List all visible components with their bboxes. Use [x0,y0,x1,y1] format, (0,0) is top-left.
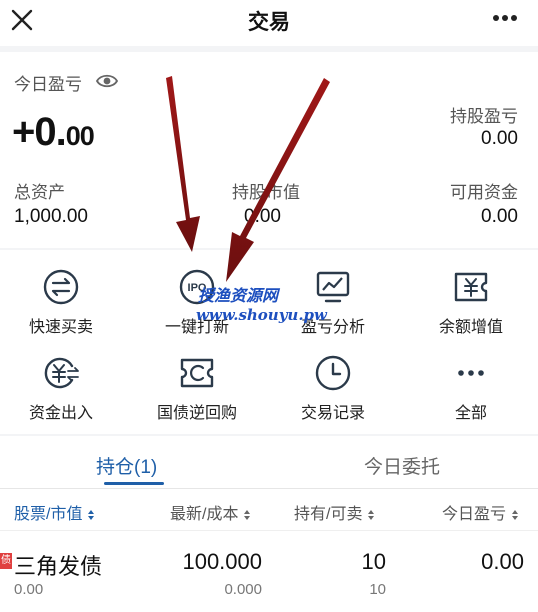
bond-tag: 债 [0,553,12,569]
column-hold-sellable[interactable]: 持有/可卖 [294,500,375,524]
column-stock-value[interactable]: 股票/市值 [14,500,95,524]
action-label: 交易记录 [300,405,365,422]
action-quick-trade[interactable]: 快速买卖 [0,268,128,337]
latest-price: 100.000 [182,549,262,574]
watermark-url: www.shouyu.pw [196,306,327,324]
action-label: 余额增值 [438,319,503,336]
cost-price: 0.000 [224,581,262,598]
tab-positions[interactable]: 持仓(1) [96,452,157,479]
action-trade-history[interactable]: 交易记录 [266,354,400,423]
holding-pnl-value: 0.00 [481,128,518,149]
more-dots-icon [458,370,484,376]
yen-ticket-icon [454,272,488,302]
yen-transfer-icon [44,357,79,389]
eye-icon[interactable] [96,72,118,90]
available-funds-value: 0.00 [481,206,518,227]
watermark-title: 授渔资源网 [198,286,279,305]
top-bar: 交易 [0,0,538,46]
sort-icon [244,509,251,520]
active-tab-indicator [104,482,164,485]
sort-icon [368,509,375,520]
table-row[interactable]: 债 三角发债 0.00 100.000 0.000 10 10 0.00 [0,530,538,612]
action-all[interactable]: 全部 [404,354,538,423]
available-funds-label: 可用资金 [450,183,518,202]
position-tabs: 持仓(1) 今日委托 [0,436,538,488]
market-value-label: 持股市值 [232,183,300,202]
chart-icon [316,271,350,303]
action-label: 国债逆回购 [156,405,237,422]
stock-name: 三角发债 [14,554,103,579]
holding-pnl-label: 持股盈亏 [450,107,518,126]
action-balance-growth[interactable]: 余额增值 [404,268,538,337]
today-pnl-value: +0.00 [12,110,95,154]
table-header: 股票/市值 最新/成本 持有/可卖 今日盈亏 [0,488,538,530]
total-assets-label: 总资产 [14,183,65,202]
action-label: 快速买卖 [28,319,93,336]
sort-icon [512,509,519,520]
total-assets-value: 1,000.00 [14,206,88,227]
sellable-quantity: 10 [369,581,386,598]
action-label: 全部 [454,405,487,422]
row-today-pnl: 0.00 [481,549,524,574]
market-value: 0.00 [14,581,44,598]
action-grid: 快速买卖 IPO 一键打新 盈亏分析 余额增值 资金出入 国债逆回购 交易记录 … [0,250,538,434]
market-value-value: 0.00 [244,206,281,227]
column-latest-cost[interactable]: 最新/成本 [170,500,251,524]
today-pnl-label: 今日盈亏 [14,75,82,94]
action-pnl-analysis[interactable]: 盈亏分析 [266,268,400,337]
action-reverse-repo[interactable]: 国债逆回购 [130,354,264,423]
sort-icon [88,509,95,520]
clock-icon [315,355,351,391]
column-today-pnl[interactable]: 今日盈亏 [442,500,519,524]
reverse-repo-icon [180,358,214,388]
swap-icon [43,269,79,305]
page-title: 交易 [248,11,290,34]
hold-quantity: 10 [361,549,386,574]
action-label: 资金出入 [28,405,93,422]
tab-today-orders[interactable]: 今日委托 [364,452,440,479]
action-fund-transfer[interactable]: 资金出入 [0,354,128,423]
account-summary: 今日盈亏 +0.00 持股盈亏 0.00 总资产 1,000.00 持股市值 0… [0,52,538,248]
more-icon[interactable] [492,14,518,22]
